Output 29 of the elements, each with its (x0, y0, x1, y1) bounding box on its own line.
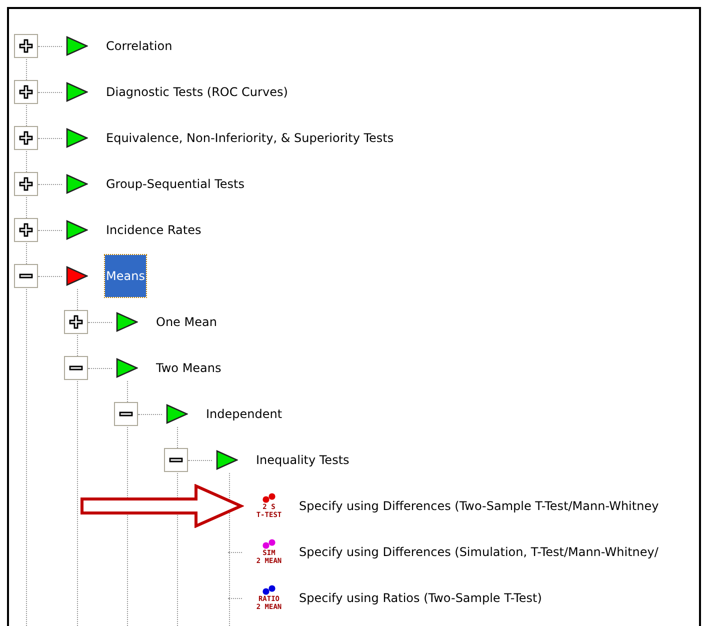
tree-item[interactable]: Diagnostic Tests (ROC Curves) (105, 83, 289, 101)
expand-button[interactable] (14, 218, 38, 242)
plus-icon (19, 85, 33, 99)
tree-item[interactable]: Specify using Differences (Two-Sample T-Test/Mann-Whitney (298, 497, 660, 515)
expand-button[interactable] (64, 310, 88, 334)
tree-item[interactable]: Means (105, 255, 146, 297)
collapse-button[interactable] (164, 448, 188, 472)
tree-item[interactable]: Independent (205, 405, 284, 423)
tree-item[interactable]: Inequality Tests (255, 451, 350, 469)
collapse-button[interactable] (114, 402, 138, 426)
tree-item[interactable]: Two Means (155, 359, 222, 377)
tree-item[interactable]: Correlation (105, 37, 174, 55)
plus-icon (19, 223, 33, 237)
plus-icon (19, 177, 33, 191)
tree-item[interactable]: Group-Sequential Tests (105, 175, 246, 193)
expand-button[interactable] (14, 80, 38, 104)
tree-item[interactable]: Specify using Differences (Simulation, T-Test/Mann-Whitney/ (298, 543, 660, 561)
collapse-button[interactable] (14, 264, 38, 288)
expand-button[interactable] (14, 126, 38, 150)
tree-item[interactable]: Equivalence, Non-Inferiority, & Superiority Tests (105, 129, 395, 147)
tree-item[interactable]: Specify using Ratios (Two-Sample T-Test) (298, 589, 543, 607)
tree-item[interactable]: One Mean (155, 313, 218, 331)
expand-button[interactable] (14, 172, 38, 196)
plus-icon (19, 131, 33, 145)
plus-icon (69, 315, 83, 329)
plus-icon (19, 39, 33, 53)
collapse-button[interactable] (64, 356, 88, 380)
expand-button[interactable] (14, 34, 38, 58)
tree-item[interactable]: Incidence Rates (105, 221, 202, 239)
